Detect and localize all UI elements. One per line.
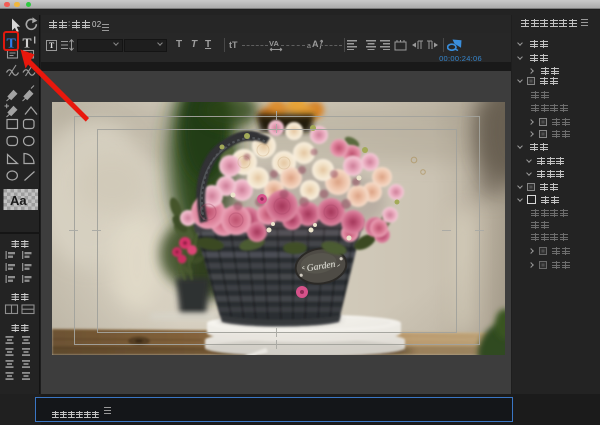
svg-text:a: a	[307, 43, 311, 50]
svg-text:VA: VA	[269, 39, 279, 48]
svg-text:Aa: Aa	[10, 193, 27, 208]
svg-text:A: A	[312, 39, 319, 49]
